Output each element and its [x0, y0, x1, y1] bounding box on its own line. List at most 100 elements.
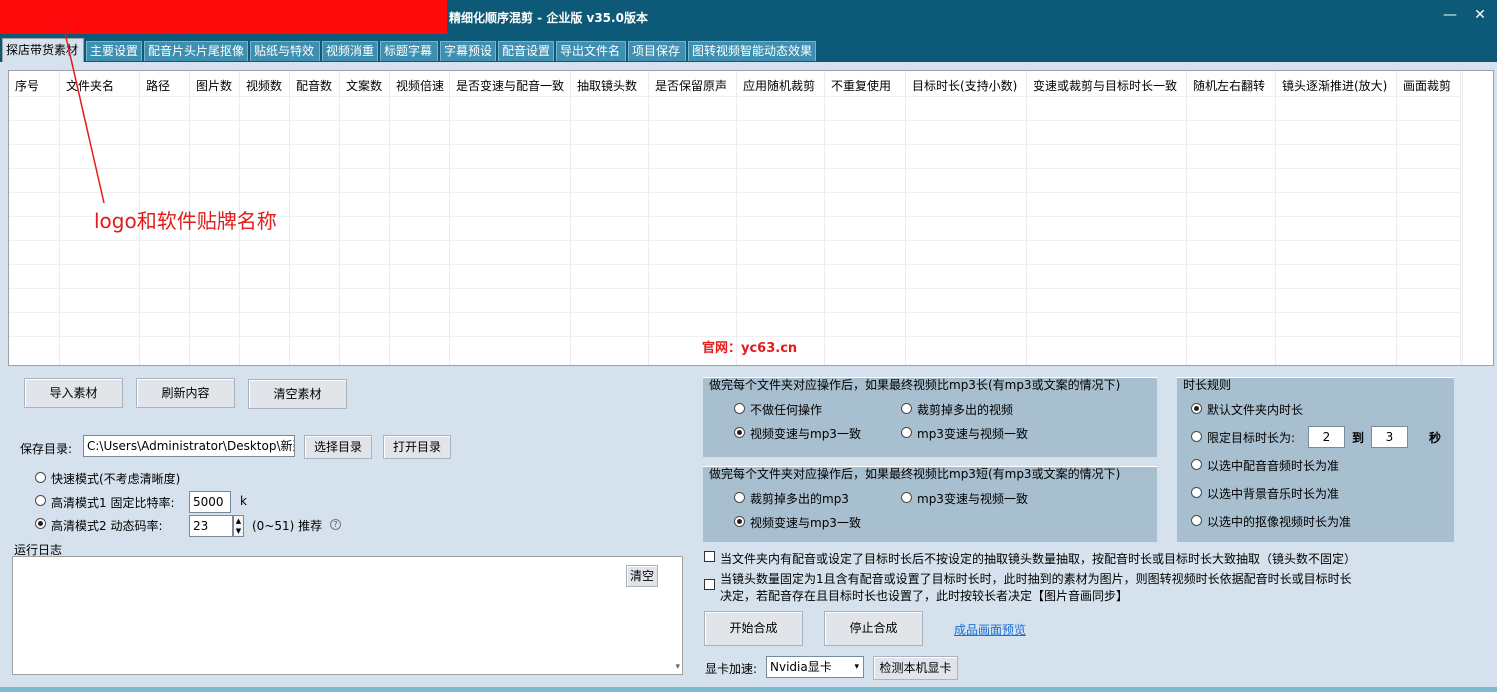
duration-from-input[interactable]: 2 — [1308, 426, 1345, 448]
shorter-trim-mp3-radio[interactable] — [734, 492, 745, 503]
column-header[interactable]: 镜头逐渐推进(放大) — [1276, 71, 1397, 365]
duration-to-input[interactable]: 3 — [1371, 426, 1408, 448]
hq1-mode-radio[interactable] — [35, 495, 46, 506]
column-header[interactable]: 序号 — [9, 71, 60, 365]
duration-to-label: 到 — [1352, 431, 1365, 445]
grid-header-divider — [9, 96, 1461, 97]
shorter-speed-mp3-radio[interactable] — [901, 492, 912, 503]
grid-row-line — [9, 120, 1461, 121]
column-header[interactable]: 应用随机裁剪 — [737, 71, 825, 365]
auto-extract-checkbox[interactable] — [704, 551, 715, 562]
gpu-label: 显卡加速: — [705, 662, 758, 676]
grid-row-line — [9, 168, 1461, 169]
column-header[interactable]: 不重复使用 — [825, 71, 906, 365]
detect-gpu-button[interactable]: 检测本机显卡 — [873, 656, 958, 680]
duration-default-label: 默认文件夹内时长 — [1207, 403, 1304, 417]
longer-trim-video-radio[interactable] — [901, 403, 912, 414]
longer-speed-mp3-label: mp3变速与视频一致 — [917, 427, 1028, 441]
refresh-content-button[interactable]: 刷新内容 — [136, 378, 235, 408]
column-header[interactable]: 抽取镜头数 — [571, 71, 649, 365]
column-header[interactable]: 视频倍速 — [390, 71, 450, 365]
minimize-icon[interactable]: — — [1438, 4, 1462, 26]
duration-target-radio[interactable] — [1191, 431, 1202, 442]
column-header[interactable]: 目标时长(支持小数) — [906, 71, 1027, 365]
stop-compose-button[interactable]: 停止合成 — [824, 611, 923, 646]
grid-row-line — [9, 264, 1461, 265]
longer-group-title: 做完每个文件夹对应操作后，如果最终视频比mp3长(有mp3或文案的情况下) — [709, 378, 1121, 392]
grid-row-line — [9, 312, 1461, 313]
hq2-mode-label: 高清模式2 动态码率: — [51, 519, 163, 533]
grid-scrollbar[interactable] — [1462, 71, 1493, 365]
logo-placeholder — [0, 0, 447, 34]
shorter-speed-video-label: 视频变速与mp3一致 — [750, 516, 861, 530]
shorter-group-title: 做完每个文件夹对应操作后，如果最终视频比mp3短(有mp3或文案的情况下) — [709, 467, 1121, 481]
tab-stickers-effects[interactable]: 贴纸与特效 — [250, 41, 320, 61]
crf-input[interactable]: 23 — [189, 515, 233, 537]
website-label: 官网：yc63.cn — [702, 341, 798, 356]
tab-bar: 探店带货素材 主要设置 配音片头片尾抠像 贴纸与特效 视频消重 标题字幕 字幕预… — [0, 34, 1497, 62]
image-sync-checkbox[interactable] — [704, 579, 715, 590]
auto-extract-label: 当文件夹内有配音或设定了目标时长后不按设定的抽取镜头数量抽取，按配音时长或目标时… — [720, 552, 1357, 566]
open-dir-button[interactable]: 打开目录 — [383, 435, 451, 459]
tab-video-dedup[interactable]: 视频消重 — [322, 41, 378, 61]
duration-unit-label: 秒 — [1429, 431, 1442, 445]
duration-bgm-radio[interactable] — [1191, 487, 1202, 498]
duration-default-radio[interactable] — [1191, 403, 1202, 414]
help-icon[interactable]: ? — [330, 519, 341, 530]
column-header[interactable]: 随机左右翻转 — [1187, 71, 1276, 365]
start-compose-button[interactable]: 开始合成 — [704, 611, 803, 646]
column-header[interactable]: 是否保留原声 — [649, 71, 737, 365]
tab-export-filename[interactable]: 导出文件名 — [556, 41, 626, 61]
shorter-speed-video-radio[interactable] — [734, 516, 745, 527]
tab-project-save[interactable]: 项目保存 — [628, 41, 686, 61]
column-header[interactable]: 配音数 — [290, 71, 340, 365]
tab-store-material[interactable]: 探店带货素材 — [2, 38, 84, 62]
hq1-mode-label: 高清模式1 固定比特率: — [51, 496, 175, 510]
longer-trim-video-label: 裁剪掉多出的视频 — [917, 403, 1014, 417]
bitrate-input[interactable]: 5000 — [189, 491, 231, 513]
hq2-mode-radio[interactable] — [35, 518, 46, 529]
fast-mode-radio[interactable] — [35, 472, 46, 483]
shorter-speed-mp3-label: mp3变速与视频一致 — [917, 492, 1028, 506]
clear-log-button[interactable]: 清空 — [626, 565, 658, 587]
choose-dir-button[interactable]: 选择目录 — [304, 435, 372, 459]
close-icon[interactable]: ✕ — [1468, 4, 1492, 26]
column-header[interactable]: 变速或裁剪与目标时长一致 — [1027, 71, 1187, 365]
longer-no-op-radio[interactable] — [734, 403, 745, 414]
preview-link[interactable]: 成品画面预览 — [954, 621, 1026, 638]
import-material-button[interactable]: 导入素材 — [24, 378, 123, 408]
duration-bgm-label: 以选中背景音乐时长为准 — [1207, 487, 1340, 501]
title-bar: 精细化顺序混剪 - 企业版 v35.0版本 — ✕ — [0, 0, 1497, 34]
duration-rule-title: 时长规则 — [1183, 378, 1232, 392]
bitrate-unit: k — [240, 494, 247, 508]
tab-main-settings[interactable]: 主要设置 — [86, 41, 142, 61]
grid-row-line — [9, 288, 1461, 289]
annotation-logo-note: logo和软件贴牌名称 — [94, 209, 277, 233]
fast-mode-label: 快速模式(不考虑清晰度) — [51, 472, 181, 486]
longer-no-op-label: 不做任何操作 — [750, 403, 823, 417]
tab-image-to-video[interactable]: 图转视频智能动态效果 — [688, 41, 816, 61]
column-header[interactable]: 文案数 — [340, 71, 390, 365]
column-header[interactable]: 画面裁剪 — [1397, 71, 1461, 365]
longer-speed-mp3-radio[interactable] — [901, 427, 912, 438]
crf-spinner[interactable]: ▲ ▼ — [233, 515, 244, 537]
duration-voice-label: 以选中配音音频时长为准 — [1207, 459, 1340, 473]
longer-speed-video-radio[interactable] — [734, 427, 745, 438]
grid-row-line — [9, 192, 1461, 193]
duration-voice-radio[interactable] — [1191, 459, 1202, 470]
tab-subtitle-preset[interactable]: 字幕预设 — [440, 41, 496, 61]
tab-voice-intro-outro[interactable]: 配音片头片尾抠像 — [144, 41, 248, 61]
duration-keying-radio[interactable] — [1191, 515, 1202, 526]
grid-row-line — [9, 144, 1461, 145]
save-dir-input[interactable]: C:\Users\Administrator\Desktop\新建 — [83, 435, 295, 457]
grid-row-line — [9, 240, 1461, 241]
log-scroll-down-icon[interactable]: ▾ — [675, 662, 680, 672]
tab-title-subtitle[interactable]: 标题字幕 — [380, 41, 438, 61]
gpu-select[interactable]: Nvidia显卡 ▾ — [766, 656, 864, 678]
tab-voice-settings[interactable]: 配音设置 — [498, 41, 554, 61]
gpu-select-value: Nvidia显卡 — [770, 660, 832, 674]
log-area[interactable]: 清空 ▾ — [12, 556, 683, 675]
clear-material-button[interactable]: 清空素材 — [248, 379, 347, 409]
column-header[interactable]: 是否变速与配音一致 — [450, 71, 571, 365]
image-sync-label: 当镜头数量固定为1且含有配音或设置了目标时长时，此时抽到的素材为图片，则图转视频… — [720, 572, 1352, 586]
